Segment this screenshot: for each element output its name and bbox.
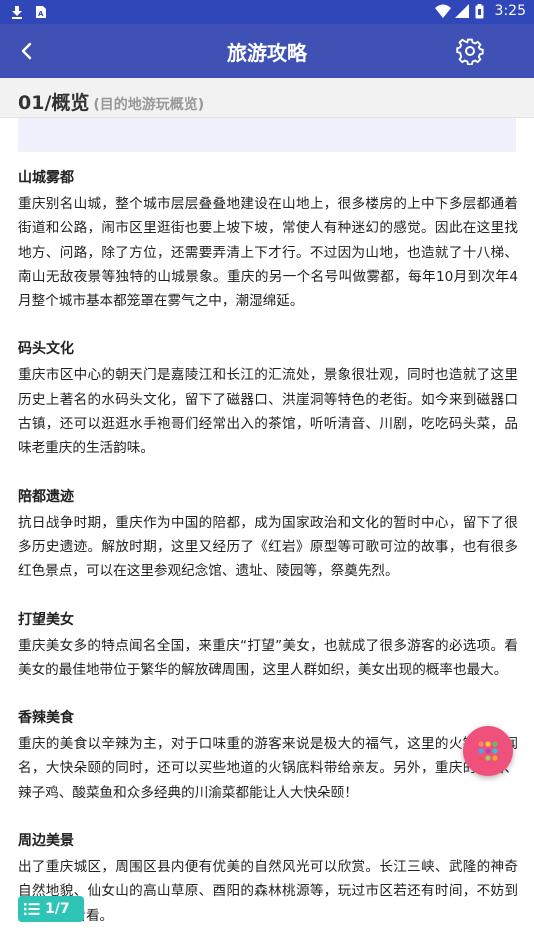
- article-block: 陪都遗迹 抗日战争时期，重庆作为中国的陪都，成为国家政治和文化的暂时中心，留下了…: [18, 485, 518, 584]
- download-icon: [10, 4, 24, 19]
- article-body: 出了重庆城区，周围区县内便有优美的自然风光可以欣赏。长江三峡、武隆的神奇自然地貌…: [18, 859, 518, 924]
- article-body: 抗日战争时期，重庆作为中国的陪都，成为国家政治和文化的暂时中心，留下了很多历史遗…: [18, 514, 518, 580]
- section-title: 01/概览 (目的地游玩概览): [18, 88, 204, 115]
- sim-icon: A: [34, 4, 48, 18]
- article-title: 码头文化: [18, 341, 74, 358]
- section-header: 01/概览 (目的地游玩概览): [0, 78, 534, 118]
- article-block: 山城雾都 重庆别名山城，整个城市层层叠叠地建设在山地上，很多楼房的上中下多层都通…: [18, 166, 518, 313]
- section-number-title: 01/概览: [18, 92, 90, 114]
- battery-icon: [475, 4, 489, 19]
- article-body: 重庆的美食以辛辣为主，对于口味重的游客来说是极大的福气，这里的火锅更是闻名，大快…: [18, 736, 518, 801]
- banner-placeholder: [18, 118, 516, 152]
- svg-text:A: A: [38, 10, 44, 18]
- menu-fab-button[interactable]: [463, 726, 513, 776]
- article-body: 重庆市区中心的朝天门是嘉陵江和长江的汇流处，景象很壮观，同时也造就了这里历史上著…: [18, 367, 518, 457]
- page-title: 旅游攻略: [227, 41, 307, 65]
- wifi-icon: [434, 4, 451, 18]
- article-title: 山城雾都: [18, 170, 74, 186]
- section-subtitle: (目的地游玩概览): [93, 97, 205, 113]
- settings-button[interactable]: [456, 37, 484, 66]
- article-block: 打望美女 重庆美女多的特点闻名全国，来重庆“打望”美女，也就成了很多游客的必选项…: [18, 608, 518, 683]
- status-bar: A 3:25: [0, 0, 534, 24]
- article-title: 香辣美食: [18, 710, 74, 727]
- article-body: 重庆美女多的特点闻名全国，来重庆“打望”美女，也就成了很多游客的必选项。看美女的…: [18, 637, 518, 678]
- list-icon: [24, 903, 40, 916]
- article-block: 香辣美食 重庆的美食以辛辣为主，对于口味重的游客来说是极大的福气，这里的火锅更是…: [18, 706, 518, 805]
- article-block: 周边美景 出了重庆城区，周围区县内便有优美的自然风光可以欣赏。长江三峡、武隆的神…: [18, 829, 518, 928]
- signal-icon: [454, 4, 469, 18]
- page-indicator-button[interactable]: 1/7: [18, 896, 84, 922]
- article-title: 打望美女: [18, 611, 74, 628]
- status-time: 3:25: [494, 3, 526, 19]
- article-body: 重庆别名山城，整个城市层层叠叠地建设在山地上，很多楼房的上中下多层都通着街道和公…: [18, 196, 518, 310]
- article-content: 山城雾都 重庆别名山城，整个城市层层叠叠地建设在山地上，很多楼房的上中下多层都通…: [18, 166, 518, 948]
- grid-dots-icon: [478, 741, 498, 761]
- article-title: 陪都遗迹: [18, 488, 74, 505]
- article-block: 码头文化 重庆市区中心的朝天门是嘉陵江和长江的汇流处，景象很壮观，同时也造就了这…: [18, 337, 518, 460]
- article-title: 周边美景: [18, 833, 74, 850]
- gear-icon: [456, 38, 484, 66]
- page-indicator-label: 1/7: [45, 901, 70, 917]
- app-bar: 旅游攻略: [0, 24, 534, 78]
